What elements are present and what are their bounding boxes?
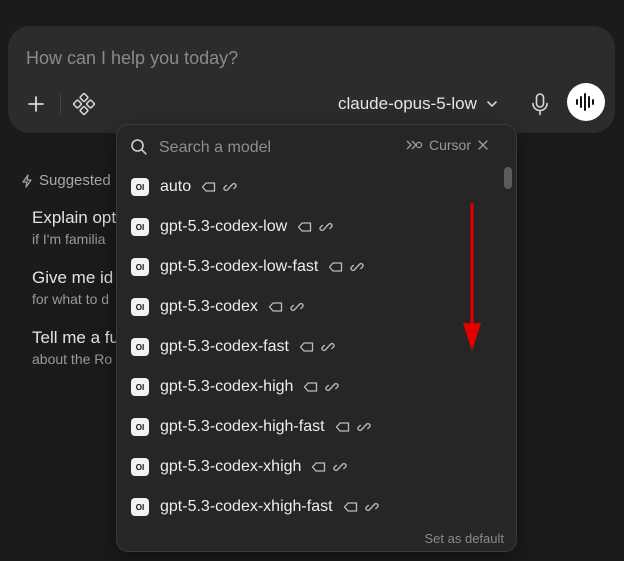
suggestion-title: Explain opt [32, 208, 117, 227]
model-name: gpt-5.3-codex-fast [160, 338, 289, 355]
cursor-filter-chip[interactable]: Cursor [405, 137, 489, 153]
link-icon [290, 302, 304, 312]
model-selector-label: claude-opus-5-low [338, 94, 477, 113]
chevron-down-icon [487, 101, 497, 107]
suggestion-title: Tell me a fu [32, 328, 119, 347]
model-name: gpt-5.3-codex-xhigh [160, 458, 302, 475]
suggestion-item[interactable]: Tell me a fu about the Ro [32, 328, 119, 367]
model-item-auto[interactable]: OI auto [117, 167, 502, 207]
suggestion-subtitle: if I'm familia [32, 231, 106, 247]
model-name: gpt-5.3-codex-low-fast [160, 258, 319, 275]
tag-icon [329, 262, 343, 272]
tag-icon [201, 182, 216, 192]
provider-logo: OI [131, 298, 149, 316]
suggestion-subtitle: for what to d [32, 291, 110, 307]
tag-icon [343, 502, 357, 512]
link-icon [350, 262, 364, 272]
model-name: gpt-5.3-codex [160, 298, 258, 315]
tag-icon [312, 462, 326, 472]
link-icon [333, 462, 348, 472]
microphone-icon [532, 93, 548, 116]
provider-logo: OI [131, 498, 149, 516]
model-name: gpt-5.3-codex-high [160, 378, 294, 395]
suggestion-subtitle: about the Ro [32, 351, 113, 367]
model-name: gpt-5.3-codex-high-fast [160, 418, 325, 435]
cursor-filter-icon [406, 140, 423, 150]
tools-icon [72, 92, 96, 116]
provider-logo: OI [131, 218, 149, 236]
plus-icon [28, 96, 44, 112]
suggestion-item[interactable]: Give me id for what to d [32, 268, 113, 307]
chat-composer: How can I help you today? claude-opus-5-… [8, 26, 615, 133]
link-icon [325, 382, 340, 392]
tag-icon [298, 222, 312, 232]
suggestion-item[interactable]: Explain opt if I'm familia [32, 208, 116, 247]
model-name: gpt-5.3-codex-low [160, 218, 288, 235]
cursor-filter-label: Cursor [429, 137, 472, 153]
link-icon [364, 502, 379, 512]
tag-icon [304, 382, 318, 392]
model-item-gpt-5.3-codex-xhigh-fast[interactable]: OI gpt-5.3-codex-xhigh-fast [117, 487, 502, 527]
link-icon [319, 222, 333, 232]
provider-logo: OI [131, 258, 149, 276]
model-name: auto [160, 178, 192, 195]
model-search-input[interactable] [157, 135, 391, 161]
microphone-button[interactable] [528, 91, 552, 117]
provider-logo: OI [131, 178, 149, 196]
link-icon [223, 182, 237, 192]
tag-icon [335, 422, 349, 432]
provider-logo: OI [131, 418, 149, 436]
toolbar-divider [60, 94, 61, 114]
model-item-gpt-5.3-codex-low-fast[interactable]: OI gpt-5.3-codex-low-fast [117, 247, 502, 287]
tools-button[interactable] [72, 92, 96, 116]
voice-mode-button[interactable] [567, 83, 605, 121]
model-item-gpt-5.3-codex-xhigh[interactable]: OI gpt-5.3-codex-xhigh [117, 447, 502, 487]
model-item-gpt-5.3-codex-fast[interactable]: OI gpt-5.3-codex-fast [117, 327, 502, 367]
add-button[interactable] [24, 92, 48, 116]
voice-wave-icon [576, 93, 594, 111]
suggestion-title: Give me id [32, 268, 114, 287]
model-item-gpt-5.3-codex-high-fast[interactable]: OI gpt-5.3-codex-high-fast [117, 407, 502, 447]
dropdown-scrollbar[interactable] [504, 167, 512, 189]
model-list: OI auto OI gpt-5.3-codex-low OI gpt-5.3-… [117, 167, 502, 527]
link-icon [356, 422, 371, 432]
provider-logo: OI [131, 338, 149, 356]
provider-logo: OI [131, 458, 149, 476]
search-icon [131, 139, 147, 155]
suggested-heading: Suggested [21, 172, 111, 189]
model-dropdown: Cursor OI auto OI gpt-5.3-codex-low OI g… [116, 124, 517, 552]
model-selector[interactable]: claude-opus-5-low [338, 92, 499, 116]
model-item-gpt-5.3-codex-high[interactable]: OI gpt-5.3-codex-high [117, 367, 502, 407]
sparkle-icon [22, 173, 32, 188]
model-item-gpt-5.3-codex[interactable]: OI gpt-5.3-codex [117, 287, 502, 327]
tag-icon [299, 342, 314, 352]
close-icon[interactable] [477, 139, 489, 151]
model-name: gpt-5.3-codex-xhigh-fast [160, 498, 333, 515]
message-input[interactable]: How can I help you today? [26, 48, 238, 69]
provider-logo: OI [131, 378, 149, 396]
tag-icon [268, 302, 282, 312]
link-icon [321, 342, 335, 352]
model-item-gpt-5.3-codex-low[interactable]: OI gpt-5.3-codex-low [117, 207, 502, 247]
scroll-down-arrow-annotation [463, 203, 481, 351]
set-default-button[interactable]: Set as default [425, 531, 505, 546]
suggested-heading-label: Suggested [39, 172, 111, 189]
